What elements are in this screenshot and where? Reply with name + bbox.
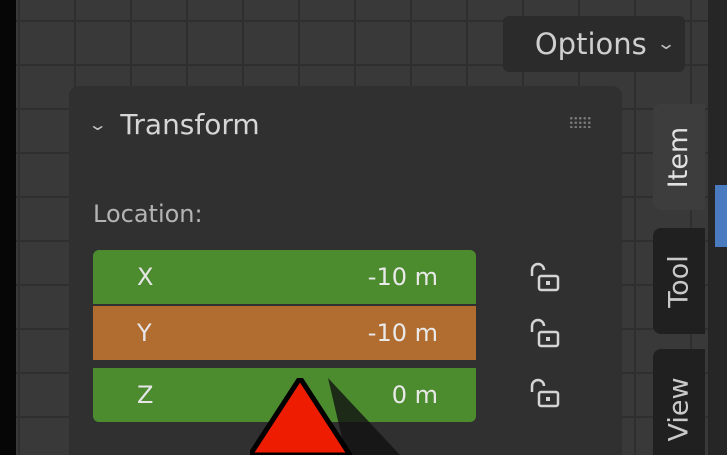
tab-item[interactable]: Item [653,104,705,210]
axis-label-y: Y [137,319,152,347]
axis-label-x: X [137,263,154,291]
transform-panel-header[interactable]: ⌄ Transform [87,108,260,141]
location-x-field[interactable]: X -10 m [93,250,476,304]
options-dropdown[interactable]: Options ⌄ [503,16,685,72]
3d-viewport[interactable]: Options ⌄ ⌄ Transform Location: X -10 m … [0,0,727,455]
location-y-field[interactable]: Y -10 m [93,306,476,360]
viewport-edge [0,0,16,455]
tab-tool-label: Tool [663,254,695,308]
unlocked-padlock-icon[interactable] [528,262,562,294]
sidebar-tabs: Item Tool View [640,86,727,455]
chevron-down-icon: ⌄ [87,115,108,134]
tab-tool[interactable]: Tool [653,228,705,334]
tab-item-label: Item [663,126,695,188]
axis-label-z: Z [137,381,154,409]
location-label: Location: [93,200,203,228]
unlocked-padlock-icon[interactable] [528,378,562,410]
location-x-value: -10 m [367,263,438,291]
unlocked-padlock-icon[interactable] [528,318,562,350]
chevron-down-icon: ⌄ [655,34,676,54]
location-y-value: -10 m [367,319,438,347]
tab-view[interactable]: View [653,349,705,455]
options-label: Options [534,27,647,61]
tab-view-label: View [663,376,695,442]
drag-handle-icon[interactable] [569,116,591,128]
panel-title: Transform [120,108,260,141]
cursor-arrow-icon [250,378,400,455]
